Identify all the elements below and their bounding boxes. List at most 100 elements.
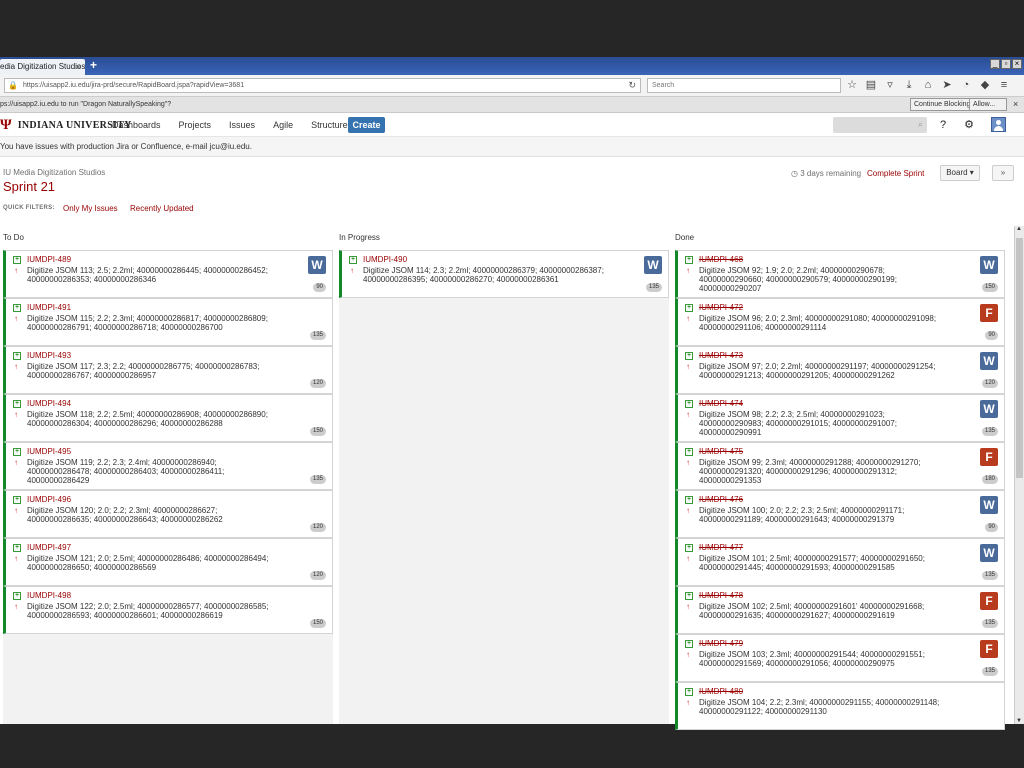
close-window-button[interactable]: × <box>1012 59 1022 69</box>
allow-button[interactable]: Allow... <box>969 98 1007 111</box>
extension-icon[interactable]: ◆ <box>979 78 991 92</box>
expand-icon[interactable]: + <box>685 592 693 600</box>
browser-tab[interactable]: edia Digitization Studios -... × <box>0 59 85 75</box>
issue-card[interactable]: + IUMDPI-491 ↑ Digitize JSOM 115; 2.2; 2.3m… <box>3 298 333 346</box>
reload-icon[interactable]: ↻ <box>628 79 636 92</box>
expand-icon[interactable]: + <box>685 448 693 456</box>
issue-key[interactable]: IUMDPI-475 <box>699 447 743 456</box>
issue-card[interactable]: + IUMDPI-468 ↑ Digitize JSOM 92; 1.9; 2.0; … <box>675 250 1005 298</box>
reading-list-icon[interactable]: ▤ <box>865 78 877 92</box>
url-bar[interactable]: 🔒 https://uisapp2.iu.edu/jira-prd/secure… <box>4 78 641 93</box>
issue-card[interactable]: + IUMDPI-490 ↑ Digitize JSOM 114; 2.3; 2.2m… <box>339 250 669 298</box>
board-dropdown-button[interactable]: Board ▾ <box>940 165 980 181</box>
issue-card[interactable]: + IUMDPI-479 ↑ Digitize JSOM 103; 2.3ml; 40… <box>675 634 1005 682</box>
menu-structure[interactable]: Structure <box>311 113 348 137</box>
issue-key[interactable]: IUMDPI-491 <box>27 303 71 312</box>
expand-icon[interactable]: + <box>685 352 693 360</box>
expand-icon[interactable]: + <box>13 592 21 600</box>
minimize-button[interactable]: _ <box>990 59 1000 69</box>
help-icon[interactable]: ? <box>936 117 950 133</box>
issue-card[interactable]: + IUMDPI-493 ↑ Digitize JSOM 117; 2.3; 2.2;… <box>3 346 333 394</box>
expand-icon[interactable]: + <box>685 496 693 504</box>
issue-card[interactable]: + IUMDPI-489 ↑ Digitize JSOM 113; 2.5; 2.2m… <box>3 250 333 298</box>
expand-icon[interactable]: + <box>13 496 21 504</box>
issue-key[interactable]: IUMDPI-493 <box>27 351 71 360</box>
issue-key[interactable]: IUMDPI-478 <box>699 591 743 600</box>
expand-icon[interactable]: + <box>685 304 693 312</box>
download-icon[interactable]: ⤓ <box>903 78 915 92</box>
tab-close-icon[interactable]: × <box>76 59 81 75</box>
issue-card[interactable]: + IUMDPI-495 ↑ Digitize JSOM 119; 2.2; 2.3;… <box>3 442 333 490</box>
issue-key[interactable]: IUMDPI-477 <box>699 543 743 552</box>
expand-icon[interactable]: + <box>13 448 21 456</box>
issue-card[interactable]: + IUMDPI-494 ↑ Digitize JSOM 118; 2.2; 2.5m… <box>3 394 333 442</box>
collapse-button[interactable]: » <box>992 165 1014 181</box>
issue-key[interactable]: IUMDPI-494 <box>27 399 71 408</box>
scroll-up-icon[interactable]: ▲ <box>1016 226 1022 232</box>
menu-icon[interactable]: ≡ <box>998 78 1010 92</box>
issue-key[interactable]: IUMDPI-480 <box>699 687 743 696</box>
expand-icon[interactable]: + <box>13 400 21 408</box>
issue-key[interactable]: IUMDPI-474 <box>699 399 743 408</box>
issue-card[interactable]: + IUMDPI-496 ↑ Digitize JSOM 120; 2.0; 2.2;… <box>3 490 333 538</box>
issue-key[interactable]: IUMDPI-496 <box>27 495 71 504</box>
issue-key[interactable]: IUMDPI-473 <box>699 351 743 360</box>
issue-summary: Digitize JSOM 101; 2.5ml; 40000000291577… <box>699 554 925 572</box>
issue-card[interactable]: + IUMDPI-475 ↑ Digitize JSOM 99; 2.3ml; 400… <box>675 442 1005 490</box>
estimate-badge: 150 <box>309 619 326 628</box>
issue-key[interactable]: IUMDPI-490 <box>363 255 407 264</box>
page-scrollbar[interactable]: ▲ ▼ <box>1014 226 1024 724</box>
expand-icon[interactable]: + <box>685 256 693 264</box>
expand-icon[interactable]: + <box>13 352 21 360</box>
scroll-down-icon[interactable]: ▼ <box>1016 718 1022 724</box>
issue-key[interactable]: IUMDPI-472 <box>699 303 743 312</box>
filter-recently-updated[interactable]: Recently Updated <box>130 204 194 213</box>
issue-card[interactable]: + IUMDPI-480 ↑ Digitize JSOM 104; 2.2; 2.3m… <box>675 682 1005 730</box>
issue-key[interactable]: IUMDPI-489 <box>27 255 71 264</box>
issue-key[interactable]: IUMDPI-468 <box>699 255 743 264</box>
avatar[interactable] <box>991 117 1006 132</box>
complete-sprint-link[interactable]: Complete Sprint <box>867 169 924 178</box>
menu-dashboards[interactable]: Dashboards <box>112 113 161 137</box>
expand-icon[interactable]: + <box>685 400 693 408</box>
project-name[interactable]: IU Media Digitization Studios <box>3 168 105 177</box>
issue-card[interactable]: + IUMDPI-473 ↑ Digitize JSOM 97; 2.0; 2.2ml… <box>675 346 1005 394</box>
scrollbar-thumb[interactable] <box>1016 238 1023 478</box>
issue-card[interactable]: + IUMDPI-474 ↑ Digitize JSOM 98; 2.2; 2.3; … <box>675 394 1005 442</box>
bookmark-star-icon[interactable]: ☆ <box>846 78 858 92</box>
issue-key[interactable]: IUMDPI-476 <box>699 495 743 504</box>
issue-key[interactable]: IUMDPI-495 <box>27 447 71 456</box>
expand-icon[interactable]: + <box>13 304 21 312</box>
home-icon[interactable]: ⌂ <box>922 78 934 92</box>
continue-blocking-button[interactable]: Continue Blocking <box>910 98 975 111</box>
issue-card[interactable]: + IUMDPI-478 ↑ Digitize JSOM 102; 2.5ml; 40… <box>675 586 1005 634</box>
chat-icon[interactable]: ◔ <box>960 78 972 92</box>
filter-only-my-issues[interactable]: Only My Issues <box>63 204 118 213</box>
issue-key[interactable]: IUMDPI-479 <box>699 639 743 648</box>
issue-card[interactable]: + IUMDPI-477 ↑ Digitize JSOM 101; 2.5ml; 40… <box>675 538 1005 586</box>
maximize-button[interactable]: ▫ <box>1001 59 1011 69</box>
send-icon[interactable]: ➤ <box>941 78 953 92</box>
issue-card[interactable]: + IUMDPI-476 ↑ Digitize JSOM 100; 2.0; 2.2;… <box>675 490 1005 538</box>
menu-projects[interactable]: Projects <box>179 113 212 137</box>
expand-icon[interactable]: + <box>13 256 21 264</box>
pocket-icon[interactable]: ▿ <box>884 78 896 92</box>
create-button[interactable]: Create <box>348 117 385 133</box>
issue-card[interactable]: + IUMDPI-498 ↑ Digitize JSOM 122; 2.0; 2.5m… <box>3 586 333 634</box>
expand-icon[interactable]: + <box>685 688 693 696</box>
notification-close-icon[interactable]: × <box>1013 97 1018 112</box>
expand-icon[interactable]: + <box>13 544 21 552</box>
issue-key[interactable]: IUMDPI-497 <box>27 543 71 552</box>
browser-search-input[interactable]: Search <box>647 78 841 93</box>
expand-icon[interactable]: + <box>349 256 357 264</box>
new-tab-button[interactable]: + <box>90 58 97 72</box>
menu-issues[interactable]: Issues <box>229 113 255 137</box>
issue-card[interactable]: + IUMDPI-497 ↑ Digitize JSOM 121; 2.0; 2.5m… <box>3 538 333 586</box>
jira-search-input[interactable]: ⌕ <box>833 117 927 133</box>
gear-icon[interactable]: ⚙ <box>962 117 976 133</box>
issue-card[interactable]: + IUMDPI-472 ↑ Digitize JSOM 96; 2.0; 2.3ml… <box>675 298 1005 346</box>
expand-icon[interactable]: + <box>685 640 693 648</box>
expand-icon[interactable]: + <box>685 544 693 552</box>
menu-agile[interactable]: Agile <box>273 113 293 137</box>
issue-key[interactable]: IUMDPI-498 <box>27 591 71 600</box>
